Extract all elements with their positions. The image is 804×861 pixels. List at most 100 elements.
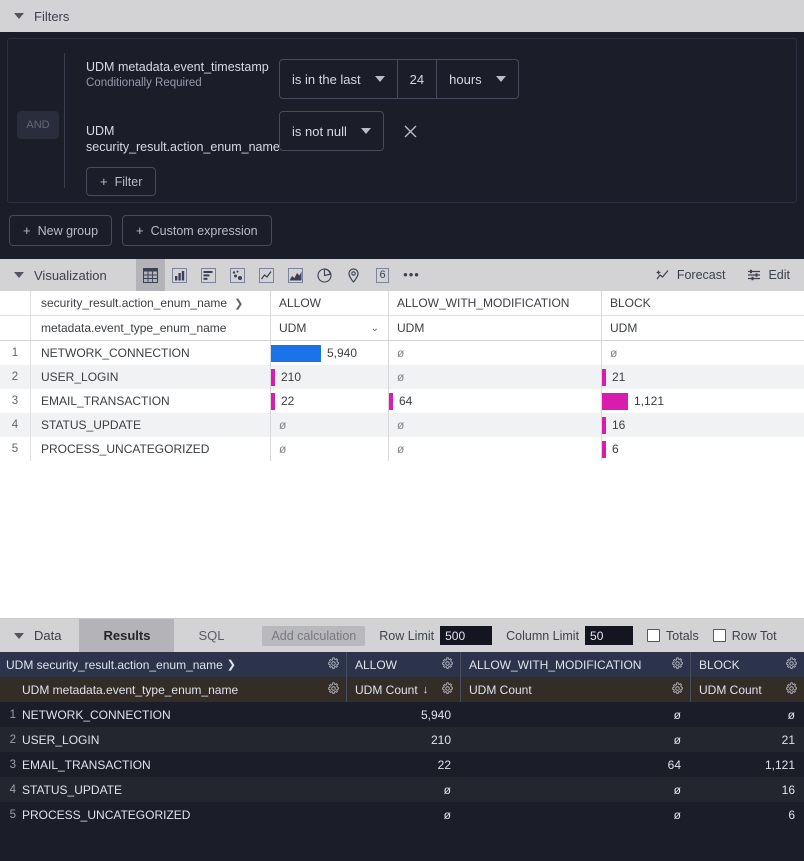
gear-icon[interactable]: [671, 682, 684, 698]
more-options-icon[interactable]: •••: [397, 259, 426, 291]
single-value-icon[interactable]: 6: [368, 259, 397, 291]
measure-header-allow[interactable]: UDM ⌄: [270, 316, 388, 340]
chevron-down-icon[interactable]: [14, 272, 24, 278]
row-limit-input[interactable]: [440, 626, 492, 645]
gear-icon[interactable]: [441, 657, 454, 673]
filter-field-1[interactable]: UDM metadata.event_timestamp Conditional…: [64, 59, 279, 91]
table-row[interactable]: 2 USER_LOGIN 210 ø 21: [0, 727, 804, 752]
filter-operator-select-1[interactable]: is in the last: [279, 59, 398, 99]
sort-descending-icon[interactable]: ↓: [423, 684, 429, 696]
column-chart-icon[interactable]: [165, 259, 194, 291]
table-row[interactable]: 1 NETWORK_CONNECTION 5,940 ø ø: [0, 341, 804, 365]
results-measure-allow[interactable]: UDM Count ↓: [346, 677, 460, 702]
results-measure-allow-with-modification[interactable]: UDM Count: [460, 677, 690, 702]
new-group-button[interactable]: + New group: [9, 215, 112, 246]
gear-icon[interactable]: [441, 682, 454, 698]
row-dimension-header[interactable]: metadata.event_type_enum_name: [31, 316, 270, 340]
filter-unit-select-1[interactable]: hours: [437, 59, 519, 99]
measure-header-row: metadata.event_type_enum_name UDM ⌄ UDM …: [0, 316, 804, 341]
cell-allow-with-modification: 64: [388, 389, 601, 413]
pivot-col-header-allow[interactable]: ALLOW: [270, 291, 388, 315]
results-pivot-dimension-header[interactable]: UDM security_result.action_enum_name ❯: [0, 652, 346, 677]
filter-controls-2: is not null: [279, 111, 424, 151]
filter-connector-and[interactable]: AND: [17, 111, 59, 139]
chevron-down-icon: [361, 128, 371, 134]
filter-value-input-1[interactable]: 24: [398, 59, 437, 99]
add-calculation-button[interactable]: Add calculation: [262, 626, 365, 646]
filter-operator-select-2[interactable]: is not null: [279, 111, 384, 151]
chevron-down-icon[interactable]: [14, 13, 24, 19]
results-row-dimension-header[interactable]: UDM metadata.event_type_enum_name: [0, 677, 346, 702]
measure-header-block[interactable]: UDM: [601, 316, 803, 340]
cell-allow: 22: [346, 752, 460, 777]
filter-row-2: AND UDM security_result.action_enum_name…: [8, 111, 796, 155]
cell-allow-with-modification: ø: [460, 702, 690, 727]
tab-results[interactable]: Results: [79, 619, 174, 652]
filter-operator-value-1: is in the last: [292, 72, 361, 87]
chevron-right-icon[interactable]: ❯: [234, 297, 243, 310]
data-section-header[interactable]: Data: [0, 619, 79, 652]
add-filter-button[interactable]: + Filter: [86, 167, 156, 196]
table-row[interactable]: 3 EMAIL_TRANSACTION 22 64 1,121: [0, 389, 804, 413]
visualization-section-header[interactable]: Visualization: [0, 268, 136, 283]
bar-chart-icon[interactable]: [194, 259, 223, 291]
gear-icon[interactable]: [785, 682, 798, 698]
cell-allow-with-modification: ø: [460, 802, 690, 827]
chevron-right-icon[interactable]: ❯: [227, 658, 236, 671]
filter-group-rail: [64, 53, 65, 188]
pivot-col-header-allow-with-modification[interactable]: ALLOW_WITH_MODIFICATION: [388, 291, 601, 315]
row-dimension-value: NETWORK_CONNECTION: [31, 341, 270, 365]
map-pin-icon[interactable]: [339, 259, 368, 291]
remove-filter-button[interactable]: [398, 111, 424, 151]
line-chart-icon[interactable]: [252, 259, 281, 291]
edit-label: Edit: [768, 268, 790, 282]
results-col-header-allow[interactable]: ALLOW: [346, 652, 460, 677]
results-col-label: BLOCK: [699, 658, 740, 672]
table-row[interactable]: 2 USER_LOGIN 210 ø 21: [0, 365, 804, 389]
gear-icon[interactable]: [785, 657, 798, 673]
measure-header-allow-with-modification[interactable]: UDM: [388, 316, 601, 340]
tab-sql[interactable]: SQL: [174, 619, 248, 652]
visualization-toolbar: Visualization 6 •••: [0, 259, 804, 291]
pivot-col-header-block[interactable]: BLOCK: [601, 291, 803, 315]
table-row[interactable]: 4 STATUS_UPDATE ø ø 16: [0, 777, 804, 802]
cell-allow: 210: [270, 365, 388, 389]
row-totals-checkbox[interactable]: [713, 629, 726, 642]
forecast-button[interactable]: Forecast: [656, 268, 726, 282]
column-limit-input[interactable]: [585, 626, 633, 645]
cell-allow-with-modification: ø: [460, 777, 690, 802]
cell-value: ø: [397, 442, 404, 456]
results-controls: Add calculation Row Limit Column Limit T…: [248, 619, 776, 652]
filter-field-2[interactable]: UDM security_result.action_enum_name: [64, 111, 279, 155]
single-value-glyph: 6: [379, 269, 385, 281]
table-icon[interactable]: [136, 259, 165, 291]
pivot-dimension-header[interactable]: security_result.action_enum_name ❯: [31, 291, 270, 315]
results-measure-block[interactable]: UDM Count: [690, 677, 804, 702]
totals-checkbox[interactable]: [647, 629, 660, 642]
filters-section-header[interactable]: Filters: [0, 0, 804, 32]
cell-block: 16: [601, 413, 803, 437]
results-col-header-allow-with-modification[interactable]: ALLOW_WITH_MODIFICATION: [460, 652, 690, 677]
table-row[interactable]: 1 NETWORK_CONNECTION 5,940 ø ø: [0, 702, 804, 727]
edit-button[interactable]: Edit: [747, 268, 790, 282]
table-row[interactable]: 5 PROCESS_UNCATEGORIZED ø ø 6: [0, 437, 804, 461]
area-chart-icon[interactable]: [281, 259, 310, 291]
gear-icon[interactable]: [327, 682, 340, 698]
pie-chart-icon[interactable]: [310, 259, 339, 291]
custom-expression-button[interactable]: + Custom expression: [122, 215, 272, 246]
scatter-plot-icon[interactable]: [223, 259, 252, 291]
results-row-dimension-label: UDM metadata.event_type_enum_name: [22, 683, 238, 697]
cell-value: 1,121: [634, 394, 664, 408]
results-col-header-block[interactable]: BLOCK: [690, 652, 804, 677]
table-row[interactable]: 4 STATUS_UPDATE ø ø 16: [0, 413, 804, 437]
table-row[interactable]: 3 EMAIL_TRANSACTION 22 64 1,121: [0, 752, 804, 777]
filters-title: Filters: [34, 9, 69, 24]
row-number-header: [0, 291, 31, 315]
table-row[interactable]: 5 PROCESS_UNCATEGORIZED ø ø 6: [0, 802, 804, 827]
gear-icon[interactable]: [671, 657, 684, 673]
gear-icon[interactable]: [327, 657, 340, 673]
chevron-down-icon[interactable]: [14, 633, 24, 639]
chevron-down-icon[interactable]: ⌄: [371, 323, 379, 334]
cell-value: ø: [397, 346, 404, 360]
row-totals-label: Row Tot: [732, 629, 777, 643]
